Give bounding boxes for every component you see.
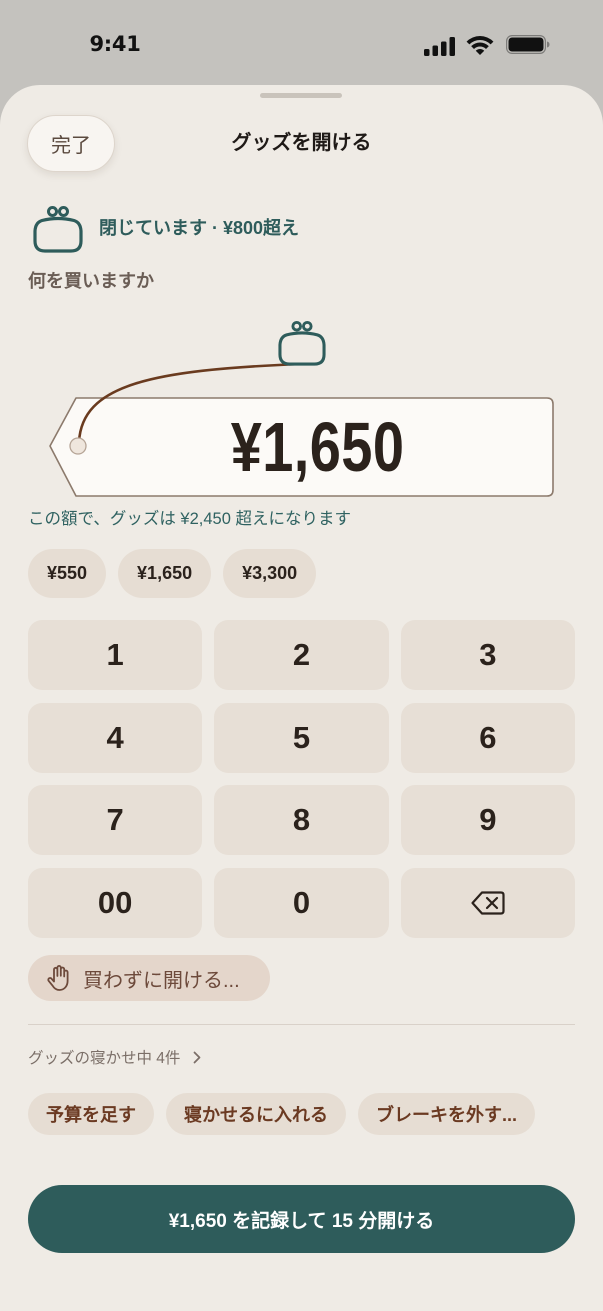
signal-bar [441, 41, 447, 56]
cellular-signal-icon [424, 37, 455, 56]
key-00[interactable]: 00 [28, 867, 203, 938]
sleeping-goods-link[interactable]: グッズの寝かせ中 4件 [28, 1046, 201, 1068]
amount-display: ¥1,650 [80, 398, 556, 496]
threshold-hint: この額で、グッズは ¥2,450 超えになります [28, 510, 351, 528]
record-and-open-button[interactable]: ¥1,650 を記録して 15 分開ける [28, 1185, 575, 1253]
amount-value: ¥1,650 [231, 408, 405, 486]
battery-fill [508, 37, 544, 52]
status-bar: 9:41 [0, 0, 603, 85]
action-chips: 予算を足す 寝かせるに入れる ブレーキを外す... [28, 1093, 536, 1135]
page-title: グッズを開ける [231, 132, 372, 154]
preset-chip[interactable]: ¥550 [28, 549, 107, 598]
signal-bar [449, 37, 455, 56]
key-4[interactable]: 4 [28, 702, 203, 773]
purse-icon [33, 206, 83, 253]
key-9[interactable]: 9 [400, 785, 575, 855]
preset-chip[interactable]: ¥3,300 [223, 549, 317, 598]
key-8[interactable]: 8 [214, 785, 389, 855]
question-label: 何を買いますか [28, 271, 154, 291]
signal-bar [432, 45, 438, 56]
open-without-buying-button[interactable]: 買わずに開ける... [28, 955, 270, 1001]
preset-chip[interactable]: ¥1,650 [118, 549, 212, 598]
sleeping-goods-label: グッズの寝かせ中 4件 [28, 1050, 181, 1067]
key-7[interactable]: 7 [28, 785, 203, 855]
backspace-icon [471, 890, 505, 915]
battery-icon [506, 35, 550, 54]
purse-icon [278, 320, 326, 366]
key-3[interactable]: 3 [400, 620, 575, 690]
signal-bar [424, 49, 430, 56]
status-time: 9:41 [89, 32, 141, 56]
key-2[interactable]: 2 [214, 620, 389, 690]
divider [28, 1024, 575, 1025]
key-1[interactable]: 1 [28, 620, 203, 690]
key-6[interactable]: 6 [400, 702, 575, 773]
keypad: 1 2 3 4 5 6 7 8 9 00 0 [28, 620, 575, 938]
hand-icon [47, 965, 69, 991]
sheet-grabber[interactable] [260, 93, 342, 98]
lock-status-text: 閉じています · ¥800超え [99, 218, 300, 238]
backspace-key[interactable] [400, 867, 575, 938]
key-0[interactable]: 0 [214, 867, 389, 938]
open-without-buying-label: 買わずに開ける... [83, 969, 240, 992]
preset-amounts: ¥550 ¥1,650 ¥3,300 [28, 549, 317, 598]
put-to-sleep-button[interactable]: 寝かせるに入れる [166, 1093, 346, 1135]
sheet: 完了 グッズを開ける 閉じています · ¥800超え 何を買いますか ¥1,65… [0, 85, 603, 1311]
chevron-right-icon [194, 1051, 201, 1063]
key-5[interactable]: 5 [214, 702, 389, 773]
release-brake-button[interactable]: ブレーキを外す... [358, 1093, 536, 1135]
wifi-icon [466, 36, 494, 55]
add-budget-button[interactable]: 予算を足す [28, 1093, 154, 1135]
